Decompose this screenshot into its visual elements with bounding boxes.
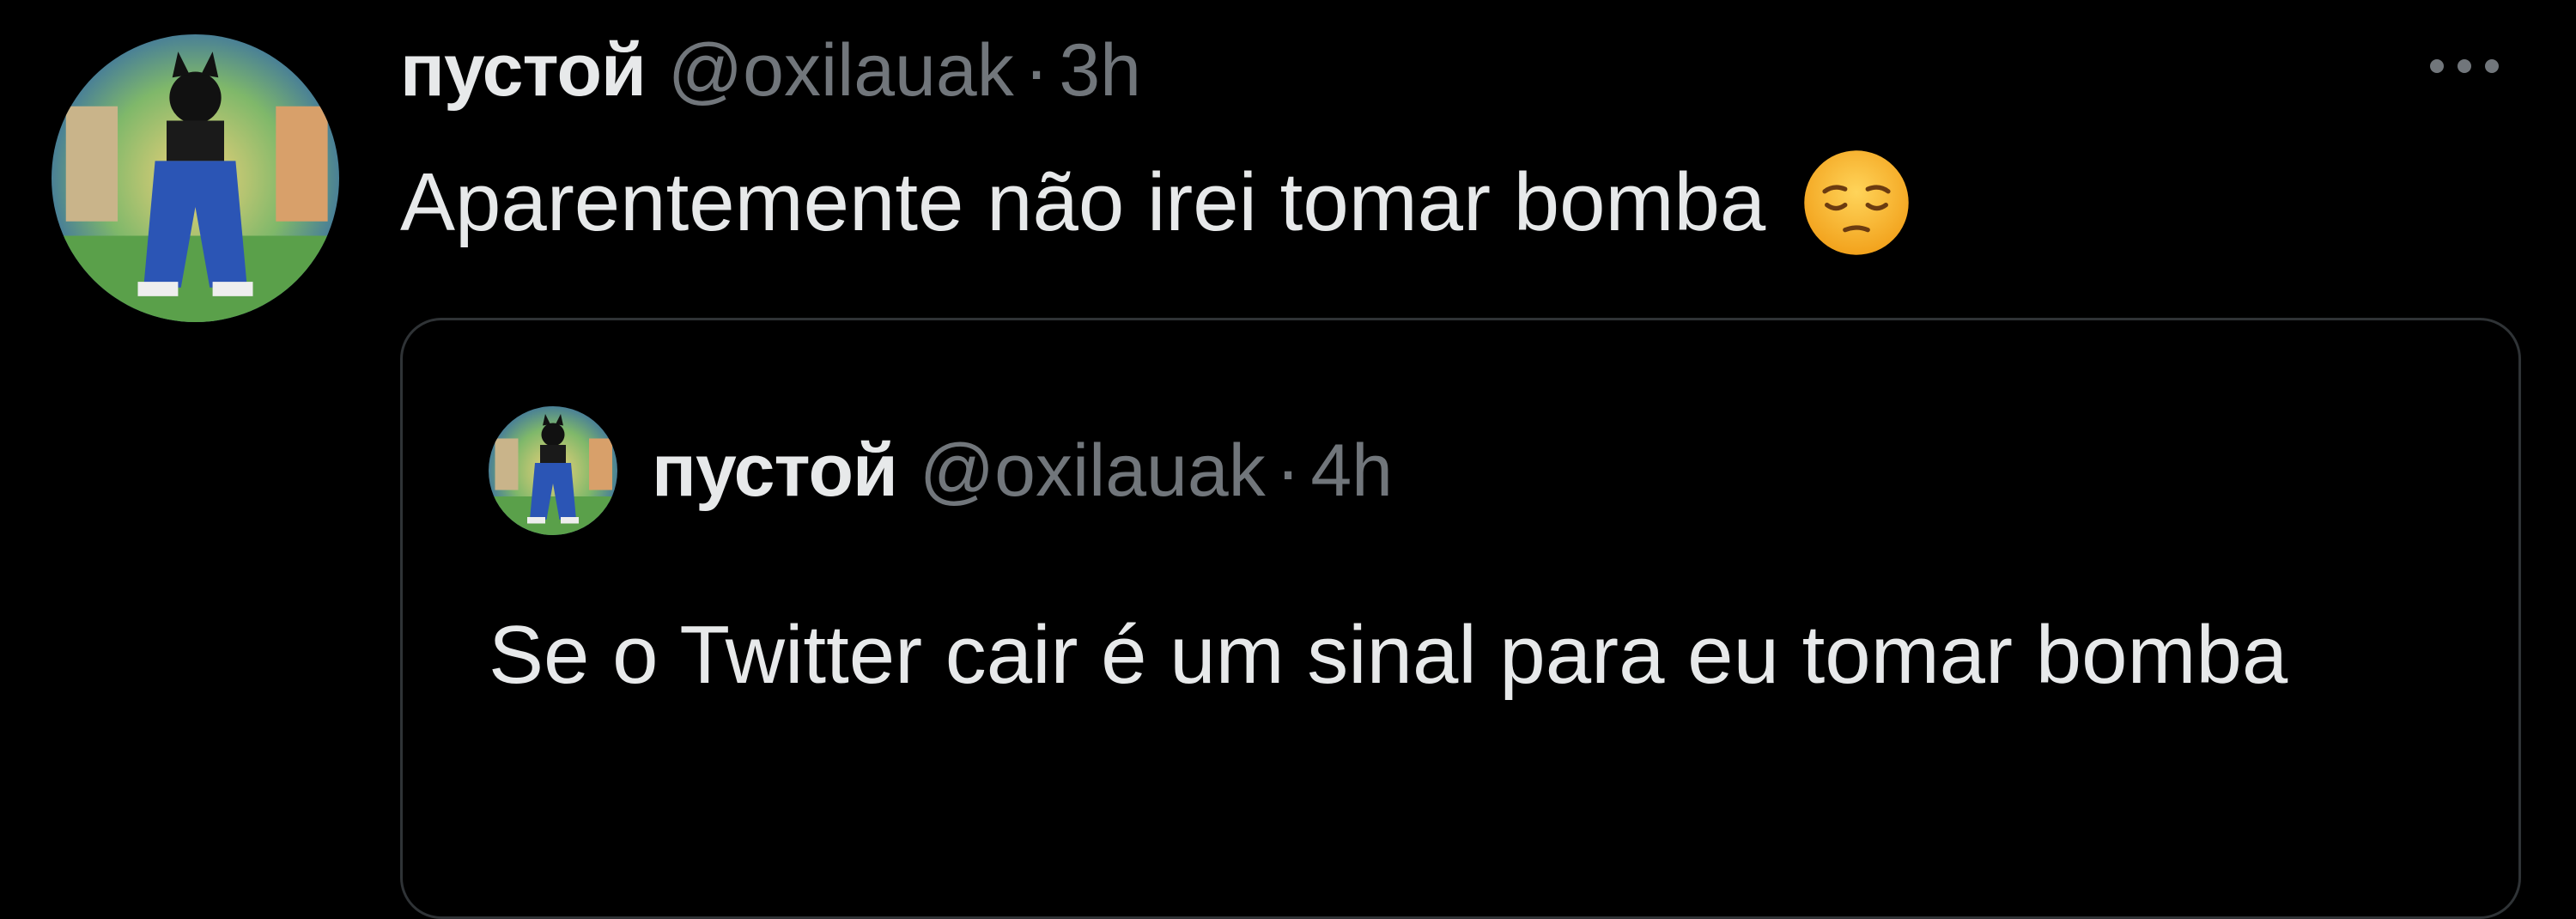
tweet-timestamp[interactable]: 3h [1059, 28, 1141, 113]
quoted-tweet-card[interactable]: пустой @oxilauak · 4h Se o Twitter cair … [400, 318, 2521, 919]
author-avatar[interactable] [52, 34, 339, 322]
tweet[interactable]: пустой @oxilauak · 3h Aparentemente não … [0, 0, 2576, 919]
quoted-author-handle[interactable]: @oxilauak [920, 429, 1266, 514]
tweet-text: Aparentemente não irei tomar bomba [400, 146, 1913, 259]
quoted-author-name[interactable]: пустой [652, 429, 898, 514]
ellipsis-dot [2430, 59, 2444, 73]
avatar-image [52, 34, 339, 322]
quoted-tweet-header: пустой @oxilauak · 4h [652, 415, 1393, 526]
author-handle[interactable]: @oxilauak [668, 28, 1014, 113]
tweet-header: пустой @oxilauak · 3h [400, 19, 1141, 122]
author-name[interactable]: пустой [400, 28, 647, 113]
avatar-image [489, 406, 617, 535]
separator-dot: · [1275, 429, 1301, 512]
quoted-tweet-text: Se o Twitter cair é um sinal para eu tom… [489, 609, 2288, 701]
more-options-icon[interactable] [2404, 36, 2524, 96]
quoted-tweet-timestamp[interactable]: 4h [1310, 429, 1393, 514]
quoted-author-avatar[interactable] [489, 406, 617, 535]
pensive-face-emoji-icon [1800, 146, 1913, 259]
ellipsis-dot [2485, 59, 2499, 73]
ellipsis-dot [2458, 59, 2471, 73]
tweet-text-content: Aparentemente não irei tomar bomba [400, 156, 1766, 248]
separator-dot: · [1024, 28, 1049, 112]
